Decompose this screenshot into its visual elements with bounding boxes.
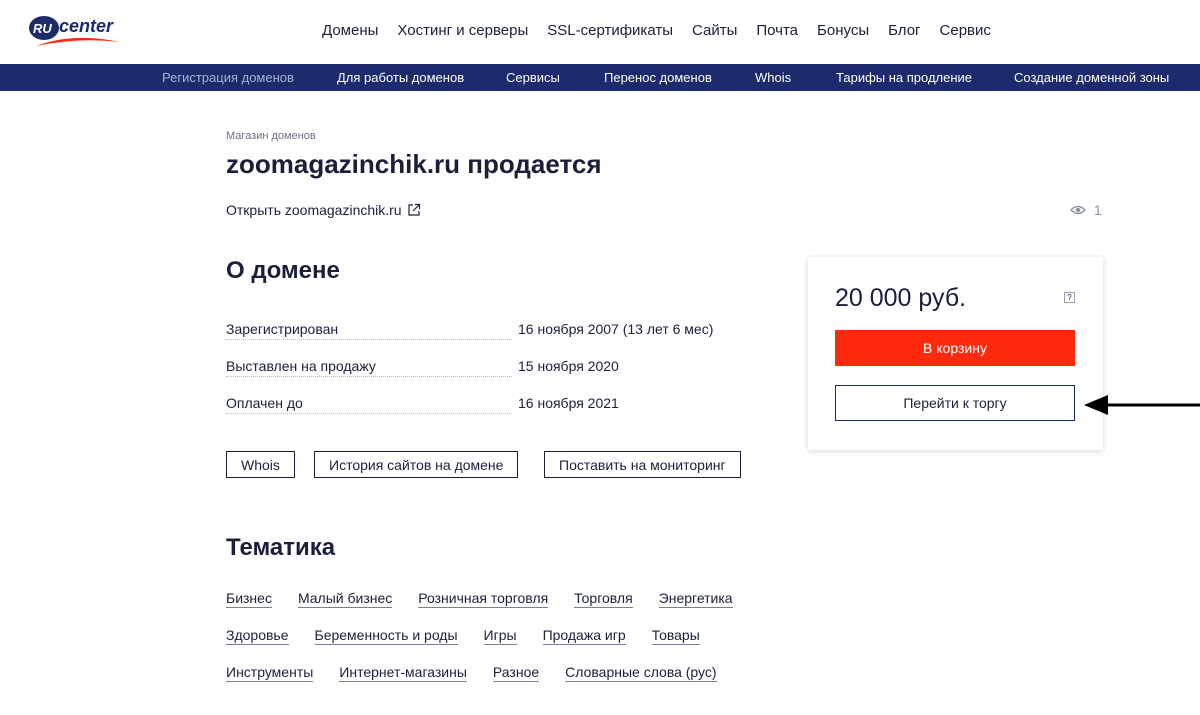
nav-sites[interactable]: Сайты	[692, 22, 737, 39]
topic-tag[interactable]: Продажа игр	[542, 627, 626, 645]
price-card: 20 000 руб. ? В корзину Перейти к торгу	[808, 257, 1103, 450]
external-link-icon	[408, 203, 420, 216]
topic-tag[interactable]: Беременность и роды	[314, 627, 458, 645]
logo-center-text: center	[59, 16, 114, 36]
whois-button[interactable]: Whois	[226, 451, 295, 478]
info-value: 15 ноября 2020	[518, 358, 619, 374]
views-counter: 1	[1070, 202, 1102, 218]
ru-center-logo[interactable]: RU center	[28, 14, 122, 52]
subnav-services[interactable]: Сервисы	[506, 70, 560, 85]
main-nav: Домены Хостинг и серверы SSL-сертификаты…	[322, 22, 1010, 39]
pointer-arrow-icon	[1084, 395, 1200, 415]
topic-tag[interactable]: Бизнес	[226, 590, 272, 608]
topic-tag[interactable]: Торговля	[574, 590, 633, 608]
info-row-registered: Зарегистрирован 16 ноября 2007 (13 лет 6…	[226, 321, 716, 343]
topic-tag[interactable]: Здоровье	[226, 627, 289, 645]
info-label: Выставлен на продажу	[226, 358, 512, 377]
nav-bonuses[interactable]: Бонусы	[817, 22, 869, 39]
topic-tag[interactable]: Энергетика	[658, 590, 733, 608]
views-count: 1	[1094, 202, 1102, 218]
nav-hosting[interactable]: Хостинг и серверы	[397, 22, 528, 39]
nav-domains[interactable]: Домены	[322, 22, 378, 39]
open-domain-link-label: Открыть zoomagazinchik.ru	[226, 202, 402, 218]
breadcrumb[interactable]: Магазин доменов	[226, 130, 316, 142]
subnav-create-zone[interactable]: Создание доменной зоны	[1014, 70, 1169, 85]
topic-tag[interactable]: Розничная торговля	[418, 590, 549, 608]
subnav-renewal-tariffs[interactable]: Тарифы на продление	[836, 70, 972, 85]
subnav-registration[interactable]: Регистрация доменов	[162, 70, 294, 85]
info-value: 16 ноября 2021	[518, 395, 619, 411]
info-label: Зарегистрирован	[226, 321, 512, 340]
subnav-transfer[interactable]: Перенос доменов	[604, 70, 712, 85]
info-label: Оплачен до	[226, 395, 512, 414]
topics-row-1: Бизнес Малый бизнес Розничная торговля Т…	[226, 590, 759, 608]
topic-tag[interactable]: Товары	[651, 627, 700, 645]
info-row-paid-until: Оплачен до 16 ноября 2021	[226, 395, 716, 417]
subnav-whois[interactable]: Whois	[755, 70, 791, 85]
nav-ssl[interactable]: SSL-сертификаты	[547, 22, 673, 39]
add-to-cart-button[interactable]: В корзину	[835, 330, 1075, 366]
logo-ru-text: RU	[33, 21, 52, 36]
topic-tag[interactable]: Малый бизнес	[297, 590, 393, 608]
top-header: RU center Домены Хостинг и серверы SSL-с…	[0, 0, 1200, 64]
info-value: 16 ноября 2007 (13 лет 6 мес)	[518, 321, 714, 337]
subnav-domain-work[interactable]: Для работы доменов	[337, 70, 464, 85]
sub-nav: Регистрация доменов Для работы доменов С…	[0, 64, 1200, 91]
help-icon[interactable]: ?	[1064, 292, 1075, 303]
topic-tag[interactable]: Инструменты	[226, 664, 314, 682]
price: 20 000 руб.	[835, 284, 967, 312]
topic-tag[interactable]: Игры	[483, 627, 517, 645]
nav-mail[interactable]: Почта	[756, 22, 798, 39]
topic-tag[interactable]: Словарные слова (рус)	[565, 664, 717, 682]
eye-icon	[1070, 205, 1086, 215]
topic-tag[interactable]: Интернет-магазины	[339, 664, 467, 682]
about-heading: О домене	[226, 257, 340, 284]
site-history-button[interactable]: История сайтов на домене	[314, 451, 519, 478]
info-row-listed: Выставлен на продажу 15 ноября 2020	[226, 358, 716, 380]
monitoring-button[interactable]: Поставить на мониторинг	[544, 451, 741, 478]
nav-service[interactable]: Сервис	[940, 22, 991, 39]
page-title: zoomagazinchik.ru продается	[226, 149, 602, 179]
nav-blog[interactable]: Блог	[888, 22, 920, 39]
topic-tag[interactable]: Разное	[492, 664, 540, 682]
topics-heading: Тематика	[226, 534, 336, 561]
topics-row-3: Инструменты Интернет-магазины Разное Сло…	[226, 664, 743, 682]
go-to-auction-button[interactable]: Перейти к торгу	[835, 385, 1075, 421]
open-domain-link[interactable]: Открыть zoomagazinchik.ru	[226, 202, 421, 218]
topics-row-2: Здоровье Беременность и роды Игры Продаж…	[226, 627, 726, 645]
